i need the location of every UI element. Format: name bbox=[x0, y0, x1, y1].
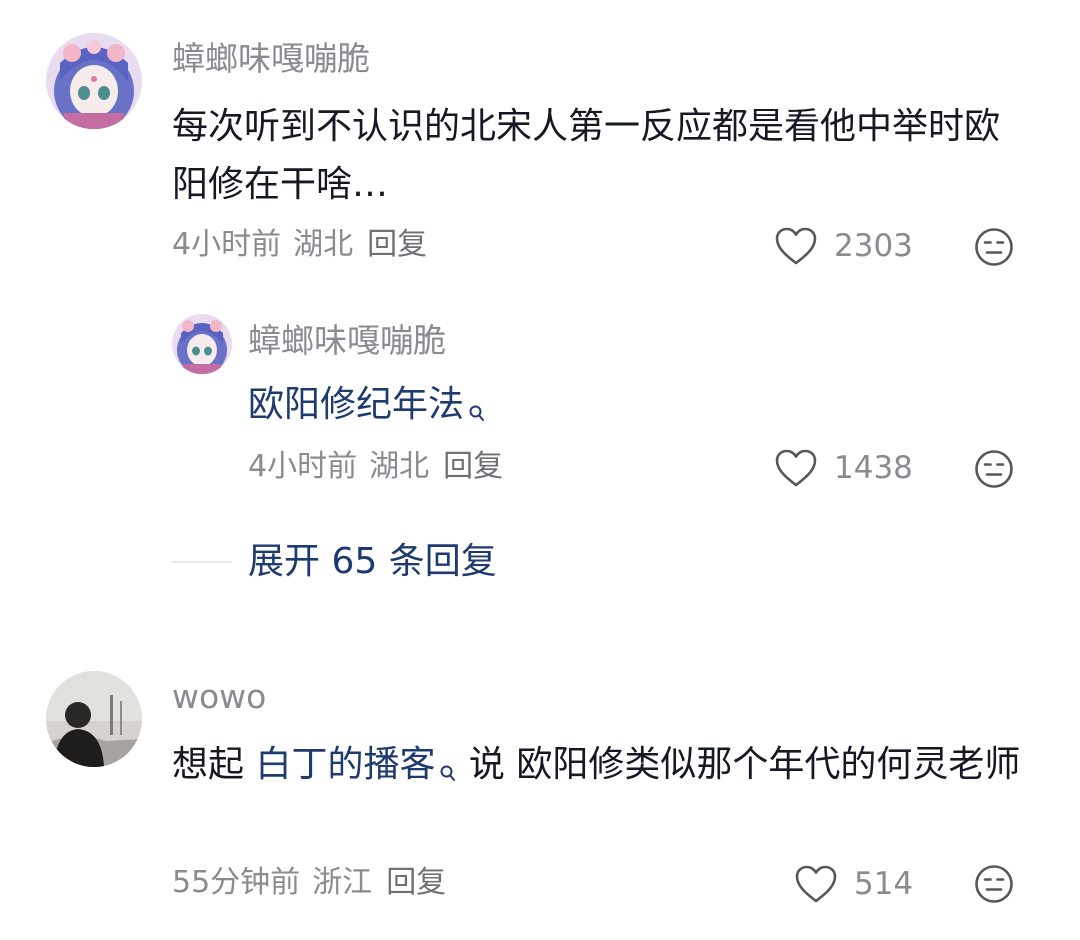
neutral-face-icon bbox=[975, 865, 1013, 903]
reply-button[interactable]: 回复 bbox=[367, 227, 427, 262]
reply-avatar[interactable] bbox=[172, 314, 232, 374]
heart-outline-icon bbox=[775, 227, 817, 265]
comment-time: 55分钟前 bbox=[172, 865, 301, 900]
reply-location: 湖北 bbox=[369, 449, 430, 484]
avatar[interactable] bbox=[46, 671, 142, 767]
comment-location: 湖北 bbox=[293, 227, 354, 262]
reply-like-button[interactable]: 1438 bbox=[774, 448, 913, 488]
heart-outline-icon bbox=[795, 865, 837, 903]
neutral-face-icon bbox=[975, 450, 1013, 488]
reply-button[interactable]: 回复 bbox=[386, 865, 446, 900]
like-count: 514 bbox=[854, 865, 914, 902]
reply-meta: 4小时前 湖北 回复 bbox=[248, 452, 503, 482]
search-icon[interactable] bbox=[468, 384, 486, 442]
reply-text: 欧阳修纪年法 bbox=[248, 376, 486, 442]
like-count: 2303 bbox=[834, 227, 913, 264]
reply-dislike-button[interactable] bbox=[974, 449, 1014, 489]
comment-text-after: 说 欧阳修类似那个年代的何灵老师 bbox=[457, 744, 1021, 785]
search-icon[interactable] bbox=[439, 744, 457, 802]
heart-outline-icon bbox=[775, 449, 817, 487]
comment-time: 4小时前 bbox=[172, 227, 282, 262]
comment-meta: 55分钟前 浙江 回复 bbox=[172, 868, 446, 898]
comment-text: 每次听到不认识的北宋人第一反应都是看他中举时欧阳修在干啥… bbox=[172, 106, 1001, 205]
expand-divider bbox=[172, 561, 232, 563]
search-link[interactable]: 欧阳修纪年法 bbox=[248, 384, 464, 425]
comment-username[interactable]: 蟑螂味嘎嘣脆 bbox=[172, 42, 370, 75]
like-button[interactable]: 2303 bbox=[774, 226, 913, 266]
reply-reply-button[interactable]: 回复 bbox=[443, 449, 503, 484]
reply-like-count: 1438 bbox=[834, 449, 913, 486]
dislike-button[interactable] bbox=[974, 227, 1014, 267]
comment-username[interactable]: wowo bbox=[172, 680, 266, 713]
like-button[interactable]: 514 bbox=[794, 864, 913, 904]
comment-location: 浙江 bbox=[312, 865, 373, 900]
search-link[interactable]: 白丁的播客 bbox=[255, 744, 435, 785]
avatar[interactable] bbox=[46, 33, 142, 129]
expand-replies-button[interactable]: 展开 65 条回复 bbox=[248, 544, 497, 580]
dislike-button[interactable] bbox=[974, 864, 1014, 904]
comment-text-before: 想起 bbox=[172, 744, 256, 785]
neutral-face-icon bbox=[975, 228, 1013, 266]
comment-meta: 4小时前 湖北 回复 bbox=[172, 230, 427, 260]
reply-username[interactable]: 蟑螂味嘎嘣脆 bbox=[248, 324, 446, 357]
comment-text: 想起 白丁的播客 说 欧阳修类似那个年代的何灵老师 bbox=[172, 736, 1042, 802]
reply-time: 4小时前 bbox=[248, 449, 358, 484]
